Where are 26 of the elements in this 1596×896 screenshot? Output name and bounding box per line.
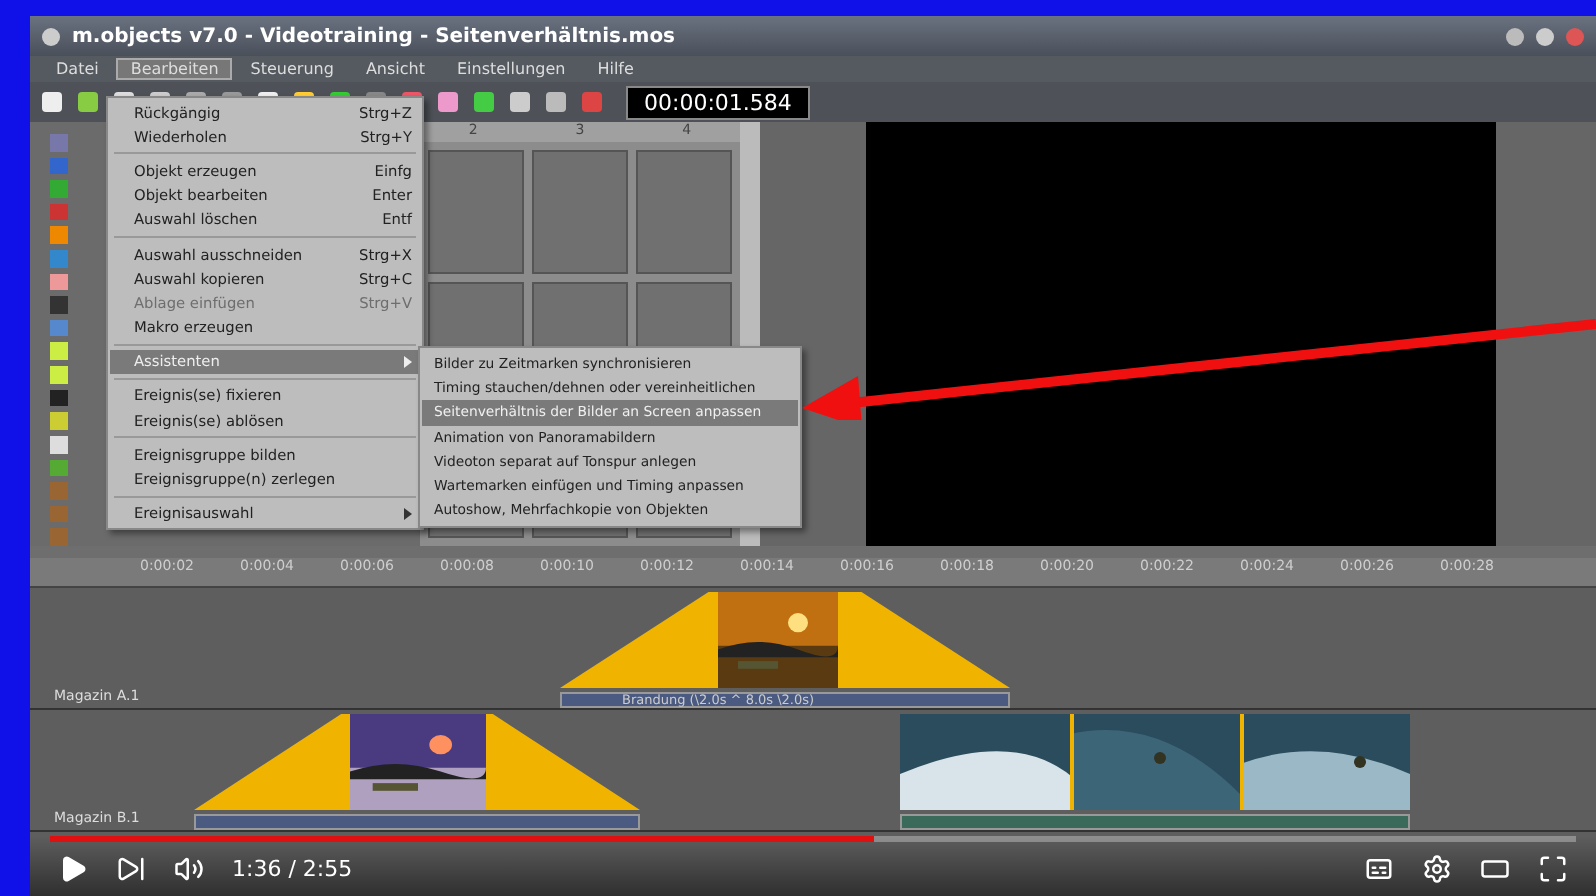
maximize-icon[interactable] (1536, 27, 1554, 45)
next-icon[interactable] (116, 854, 146, 884)
subtitles-icon[interactable] (1364, 854, 1394, 884)
thumbnail-slot[interactable] (428, 150, 524, 274)
theater-mode-icon[interactable] (1480, 854, 1510, 884)
clip-bar[interactable] (900, 814, 1410, 830)
submenu-arrow-icon (404, 355, 412, 368)
menu-item[interactable]: Hilfe (583, 58, 648, 80)
playback-time: 1:36 / 2:55 (232, 856, 355, 882)
time-display: 00:00:01.584 (626, 85, 810, 119)
play-icon[interactable] (58, 854, 88, 884)
submenu-arrow-icon (404, 507, 412, 520)
menu-item[interactable]: Einstellungen (442, 58, 580, 80)
clip-bar[interactable] (194, 814, 640, 830)
menu-item[interactable]: Ansicht (351, 58, 439, 80)
window-title: m.objects v7.0 - Videotraining - Seitenverhältnis.mos (72, 25, 678, 47)
close-icon[interactable] (1566, 27, 1584, 45)
volume-icon[interactable] (174, 854, 204, 884)
thumbnail-slot[interactable] (636, 150, 732, 274)
thumbnail-slot[interactable] (532, 150, 628, 274)
progress-track[interactable] (50, 836, 1576, 842)
fullscreen-icon[interactable] (1538, 854, 1568, 884)
menu-item[interactable]: Steuerung (236, 58, 348, 80)
menu-item[interactable]: Datei (42, 58, 113, 80)
minimize-icon[interactable] (1506, 27, 1524, 45)
settings-icon[interactable] (1422, 854, 1452, 884)
